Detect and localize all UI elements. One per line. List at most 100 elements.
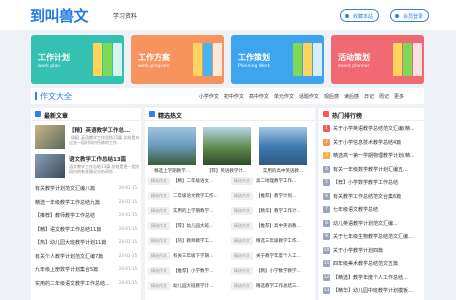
list-item[interactable]: 精选一年级教学工作总结九篇 24-01-15	[35, 199, 137, 207]
article-link[interactable]: 关于小学英语教学总结范文汇编(精...	[333, 126, 415, 132]
hot-list-item[interactable]: 精选作文 高二地理教学工作...	[231, 177, 296, 185]
article-link[interactable]: 四年级美术教学总结范文五篇	[333, 261, 398, 267]
featured-article[interactable]: 【精】英语教学工作总... 【精】英语教学工作总结15篇 总结是对过去一段时间内…	[35, 125, 145, 150]
list-item[interactable]: 有关个人教学计划范文汇编7篇 24-01-15	[35, 253, 137, 261]
tab-unit[interactable]: 单元作文	[274, 94, 294, 100]
article-link[interactable]: 二年级语文教学工作...	[173, 194, 218, 199]
article-link[interactable]: 九年级上册数学计划集合5篇	[35, 266, 117, 273]
card-work-plan[interactable]: 工作计划 work plan	[31, 35, 124, 84]
tab-topic[interactable]: 话题作文	[299, 94, 319, 100]
ranking-item[interactable]: 1 关于小学英语教学总结范文汇编(精...	[323, 125, 429, 134]
article-link[interactable]: 精选教学工作总结三...	[256, 284, 301, 289]
ranking-item[interactable]: 7 七年级语文教学总结	[323, 206, 429, 215]
category-tag[interactable]: 精选作文	[231, 177, 253, 185]
ranking-item[interactable]: 11 四年级美术教学总结范文五篇	[323, 260, 429, 269]
hot-list-item[interactable]: 精选作文 【热】教师教学工...	[148, 237, 213, 245]
more-link[interactable]: 更多	[394, 94, 404, 100]
article-link[interactable]: 【精华】幼儿园中班教学计划模板...	[333, 288, 413, 294]
article-link[interactable]: 七年级语文教学总结	[333, 207, 378, 213]
hot-list-item[interactable]: 精选作文 精选三年级教学工作...	[231, 237, 301, 245]
category-tag[interactable]: 精选作文	[148, 177, 170, 185]
article-link[interactable]: 精选一年级教学工作总结九篇	[35, 199, 117, 206]
article-link[interactable]: 关于七年级生物教学总结范文汇编...	[333, 234, 413, 240]
category-tag[interactable]: 精选作文	[231, 252, 253, 260]
hot-list-item[interactable]: 精选作文 【荐】幼儿园大班...	[148, 222, 213, 230]
article-link[interactable]: 实用的二年级语文教学工作总结...	[35, 280, 117, 287]
article-link[interactable]: 【精华】教学工作计...	[256, 209, 301, 214]
article-link[interactable]: 【精】语文教学工作总结11篇	[35, 226, 117, 233]
article-link[interactable]: 关于小学信息技术教学总结4篇	[333, 140, 401, 146]
article-link[interactable]: 有关三年级下学期...	[173, 254, 213, 259]
ranking-item[interactable]: 12 【精选】教学年度个人工作总结...	[323, 273, 429, 283]
article-link[interactable]: 实用的上学期教学...	[173, 209, 213, 214]
hot-list-item[interactable]: 精选作文 【精】小学数学教学...	[231, 267, 301, 275]
category-tag[interactable]: 精选作文	[148, 267, 170, 275]
hot-list-item[interactable]: 精选作文 【推荐】教学计划...	[231, 192, 296, 200]
article-link[interactable]: 幼儿英语教学计划范文汇编...	[333, 221, 398, 227]
card-work-program[interactable]: 工作方案 work program	[131, 35, 224, 84]
hot-list-item[interactable]: 精选作文 【推荐】小学数学...	[148, 267, 213, 275]
ranking-item[interactable]: 4 有关一年级数学教学计划汇编五...	[323, 165, 429, 175]
photo-thumbnail[interactable]	[203, 127, 251, 165]
article-link[interactable]: 【推荐】教学计划...	[256, 194, 296, 199]
card-event-planner[interactable]: 活动策划 event planner	[331, 35, 424, 84]
photo-caption[interactable]: 实用的高中英语教...	[258, 168, 308, 174]
tab-senior[interactable]: 高中作文	[249, 94, 269, 100]
hot-list-item[interactable]: 精选作文 幼儿园大班教学计...	[148, 282, 213, 290]
ranking-item[interactable]: 3 精选高一第一学期物理教学计划(精...	[323, 152, 429, 161]
article-link[interactable]: 关于教学年度个人工...	[256, 254, 301, 259]
article-link[interactable]: 【推荐】小学数学...	[173, 269, 213, 274]
list-item[interactable]: 九年级上册数学计划集合5篇 24-01-15	[35, 266, 137, 274]
category-tag[interactable]: 精选作文	[148, 207, 170, 215]
category-tag[interactable]: 精选作文	[148, 237, 170, 245]
featured-article[interactable]: 语文教学工作总结13篇 语文教学工作总结13篇 总结是把一定阶段内的有关情况分析…	[35, 154, 145, 179]
hot-list-item[interactable]: 精选作文 【精华】教学工作计...	[231, 207, 301, 215]
category-tag[interactable]: 精选作文	[231, 222, 253, 230]
category-tag[interactable]: 精选作文	[231, 282, 253, 290]
category-tag[interactable]: 精选作文	[148, 252, 170, 260]
nav-study-materials[interactable]: 学习资料	[113, 11, 137, 20]
ranking-item[interactable]: 8 幼儿英语教学计划范文汇编...	[323, 219, 429, 229]
photo-thumbnail[interactable]	[148, 127, 196, 165]
ranking-item[interactable]: 13 【精华】幼儿园中班教学计划模板...	[323, 287, 429, 296]
article-link[interactable]: 精选三年级教学工作...	[256, 239, 301, 244]
article-link[interactable]: 【热】教师教学工...	[173, 239, 213, 244]
category-tag[interactable]: 精选作文	[148, 282, 170, 290]
category-tag[interactable]: 精选作文	[231, 192, 253, 200]
article-link[interactable]: 有关教学计划范文汇编八篇	[35, 185, 117, 192]
article-link[interactable]: 高二地理教学工作...	[256, 179, 296, 184]
article-link[interactable]: 精选高一第一学期物理教学计划(精...	[333, 153, 415, 159]
article-link[interactable]: 有关教学工作总结范文合集6篇	[333, 194, 401, 200]
tab-junior[interactable]: 初中作文	[224, 94, 244, 100]
list-item[interactable]: 【精】语文教学工作总结11篇 24-01-15	[35, 226, 137, 234]
list-item[interactable]: 有关教学计划范文汇编八篇 24-01-15	[35, 185, 137, 193]
tab-diary[interactable]: 日记	[364, 94, 374, 100]
login-button[interactable]: 会员登录	[390, 9, 430, 22]
photo-caption[interactable]: 精选上学期教学...	[147, 168, 197, 174]
category-tag[interactable]: 精选作文	[148, 192, 170, 200]
category-tag[interactable]: 精选作文	[148, 222, 170, 230]
category-tag[interactable]: 精选作文	[231, 267, 253, 275]
photo-thumbnail[interactable]	[259, 127, 307, 165]
ranking-item[interactable]: 5 【荐】小学数学教学工作总结	[323, 179, 429, 188]
article-link[interactable]: 【精选】教学年度个人工作总结...	[333, 275, 408, 281]
article-link[interactable]: 【推荐】高中英语教...	[256, 224, 301, 229]
list-item[interactable]: 【热】幼儿园大班教学计划11篇 24-01-15	[35, 239, 137, 247]
tab-primary[interactable]: 小学作文	[199, 94, 219, 100]
hot-list-item[interactable]: 精选作文 有关三年级下学期...	[148, 252, 213, 260]
category-tag[interactable]: 精选作文	[231, 237, 253, 245]
article-link[interactable]: 【推荐】教师教学工作总结	[35, 212, 117, 219]
article-link[interactable]: 【精】二年级语文...	[173, 179, 213, 184]
ranking-item[interactable]: 9 关于七年级生物教学总结范文汇编...	[323, 233, 429, 242]
article-link[interactable]: 【精】小学数学教学...	[256, 269, 301, 274]
hot-list-item[interactable]: 精选作文 二年级语文教学工作...	[148, 192, 218, 200]
article-link[interactable]: 【荐】小学数学教学工作总结	[333, 180, 398, 186]
hot-list-item[interactable]: 精选作文 精选教学工作总结三...	[231, 282, 301, 290]
article-link[interactable]: 关于小学教学计划四篇	[333, 248, 383, 254]
article-link[interactable]: 【荐】幼儿园大班...	[173, 224, 213, 229]
site-logo[interactable]: 到叫兽文	[30, 5, 89, 26]
ranking-item[interactable]: 6 有关教学工作总结范文合集6篇	[323, 192, 429, 202]
ranking-item[interactable]: 2 关于小学信息技术教学总结4篇	[323, 138, 429, 148]
photo-caption[interactable]: 【荐】英语教学计...	[202, 168, 252, 174]
article-link[interactable]: 幼儿园大班教学计...	[173, 284, 213, 289]
